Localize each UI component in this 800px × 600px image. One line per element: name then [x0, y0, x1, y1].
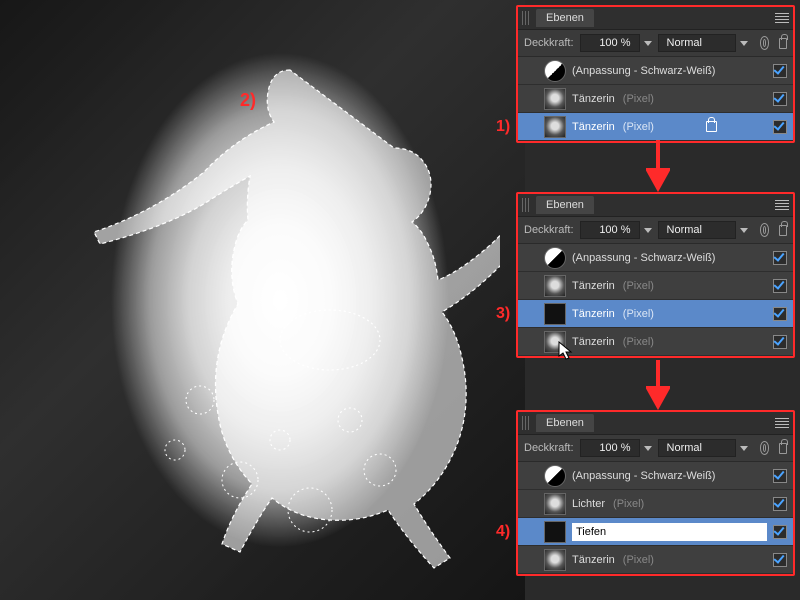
layer-thumb-image-icon	[544, 275, 566, 297]
layer-name: (Anpassung - Schwarz-Weiß)	[572, 470, 715, 482]
layer-name: Tänzerin	[572, 308, 615, 320]
layer-type: (Pixel)	[623, 121, 654, 133]
visibility-checkbox[interactable]	[773, 120, 787, 134]
layer-name: Tänzerin	[572, 280, 615, 292]
panel-grip-icon[interactable]	[522, 11, 530, 25]
layer-row-selected-renaming[interactable]: 4)	[518, 518, 793, 546]
panel-menu-icon[interactable]	[775, 13, 789, 23]
lock-icon[interactable]	[779, 38, 787, 49]
tab-layers[interactable]: Ebenen	[536, 414, 594, 432]
layer-rename-input[interactable]	[572, 523, 767, 541]
visibility-checkbox[interactable]	[773, 251, 787, 265]
gear-icon[interactable]	[760, 223, 770, 237]
visibility-checkbox[interactable]	[773, 497, 787, 511]
opacity-label: Deckkraft:	[524, 224, 574, 236]
gear-icon[interactable]	[760, 441, 770, 455]
layer-type: (Pixel)	[613, 498, 644, 510]
opacity-caret-icon[interactable]	[644, 446, 652, 451]
panel-options-row: Deckkraft: 100 % Normal	[518, 217, 793, 244]
layer-thumb-image-icon	[544, 549, 566, 571]
layer-name: Tänzerin	[572, 336, 615, 348]
red-arrow-icon	[646, 360, 670, 410]
visibility-checkbox[interactable]	[773, 553, 787, 567]
layer-thumb-image-icon	[544, 116, 566, 138]
layer-name: (Anpassung - Schwarz-Weiß)	[572, 252, 715, 264]
layer-type: (Pixel)	[623, 554, 654, 566]
opacity-value[interactable]: 100 %	[580, 34, 640, 52]
layer-type: (Pixel)	[623, 280, 654, 292]
layer-thumb-image-icon	[544, 88, 566, 110]
panel-tabbar: Ebenen	[518, 7, 793, 30]
layer-row[interactable]: Tänzerin (Pixel)	[518, 85, 793, 113]
blend-mode-select[interactable]: Normal	[658, 439, 736, 457]
annotation-marker-2: 2)	[240, 90, 256, 111]
layer-type: (Pixel)	[623, 93, 654, 105]
panel-options-row: Deckkraft: 100 % Normal	[518, 435, 793, 462]
panel-menu-icon[interactable]	[775, 418, 789, 428]
layer-row[interactable]: (Anpassung - Schwarz-Weiß)	[518, 57, 793, 85]
canvas-photo	[0, 0, 525, 600]
opacity-label: Deckkraft:	[524, 442, 574, 454]
opacity-value[interactable]: 100 %	[580, 439, 640, 457]
visibility-checkbox[interactable]	[773, 469, 787, 483]
layers-panel-2: Ebenen Deckkraft: 100 % Normal (Anpassun…	[516, 192, 795, 358]
visibility-checkbox[interactable]	[773, 525, 787, 539]
layers-panel-3: Ebenen Deckkraft: 100 % Normal (Anpassun…	[516, 410, 795, 576]
blend-mode-select[interactable]: Normal	[658, 34, 736, 52]
layer-thumb-image-icon	[544, 303, 566, 325]
layer-name: Tänzerin	[572, 93, 615, 105]
layer-type: (Pixel)	[623, 308, 654, 320]
annotation-marker-4: 4)	[496, 523, 510, 541]
visibility-checkbox[interactable]	[773, 92, 787, 106]
layer-thumb-image-icon	[544, 331, 566, 353]
layer-thumb-adjustment-icon	[544, 465, 566, 487]
opacity-caret-icon[interactable]	[644, 228, 652, 233]
layer-row[interactable]: Tänzerin (Pixel)	[518, 272, 793, 300]
red-arrow-icon	[646, 140, 670, 192]
layer-thumb-adjustment-icon	[544, 247, 566, 269]
dancer-selection	[80, 40, 500, 580]
lock-icon[interactable]	[779, 225, 787, 236]
visibility-checkbox[interactable]	[773, 307, 787, 321]
lock-icon[interactable]	[779, 443, 787, 454]
layer-thumb-image-icon	[544, 493, 566, 515]
blend-caret-icon[interactable]	[740, 41, 748, 46]
layer-name: Tänzerin	[572, 554, 615, 566]
gear-icon[interactable]	[760, 36, 770, 50]
layer-lock-icon[interactable]	[706, 121, 717, 132]
blend-caret-icon[interactable]	[740, 446, 748, 451]
layer-row-selected[interactable]: 1) Tänzerin (Pixel)	[518, 113, 793, 141]
visibility-checkbox[interactable]	[773, 335, 787, 349]
annotation-marker-1: 1)	[496, 118, 510, 136]
layer-row[interactable]: Tänzerin (Pixel)	[518, 328, 793, 356]
panel-tabbar: Ebenen	[518, 412, 793, 435]
panel-options-row: Deckkraft: 100 % Normal	[518, 30, 793, 57]
layer-thumb-adjustment-icon	[544, 60, 566, 82]
panel-menu-icon[interactable]	[775, 200, 789, 210]
annotation-marker-3: 3)	[496, 305, 510, 323]
layers-panel-1: Ebenen Deckkraft: 100 % Normal (Anpassun…	[516, 5, 795, 143]
layer-row[interactable]: Tänzerin (Pixel)	[518, 546, 793, 574]
visibility-checkbox[interactable]	[773, 64, 787, 78]
layer-thumb-image-icon	[544, 521, 566, 543]
layer-row-selected[interactable]: 3) Tänzerin (Pixel)	[518, 300, 793, 328]
panel-grip-icon[interactable]	[522, 198, 530, 212]
layer-row[interactable]: Lichter (Pixel)	[518, 490, 793, 518]
opacity-value[interactable]: 100 %	[580, 221, 640, 239]
opacity-label: Deckkraft:	[524, 37, 574, 49]
layer-row[interactable]: (Anpassung - Schwarz-Weiß)	[518, 462, 793, 490]
blend-mode-select[interactable]: Normal	[658, 221, 736, 239]
tab-layers[interactable]: Ebenen	[536, 196, 594, 214]
visibility-checkbox[interactable]	[773, 279, 787, 293]
layer-name: Tänzerin	[572, 121, 615, 133]
panel-grip-icon[interactable]	[522, 416, 530, 430]
layer-type: (Pixel)	[623, 336, 654, 348]
layer-name: (Anpassung - Schwarz-Weiß)	[572, 65, 715, 77]
panel-tabbar: Ebenen	[518, 194, 793, 217]
layer-row[interactable]: (Anpassung - Schwarz-Weiß)	[518, 244, 793, 272]
layer-name: Lichter	[572, 498, 605, 510]
tab-layers[interactable]: Ebenen	[536, 9, 594, 27]
blend-caret-icon[interactable]	[740, 228, 748, 233]
opacity-caret-icon[interactable]	[644, 41, 652, 46]
